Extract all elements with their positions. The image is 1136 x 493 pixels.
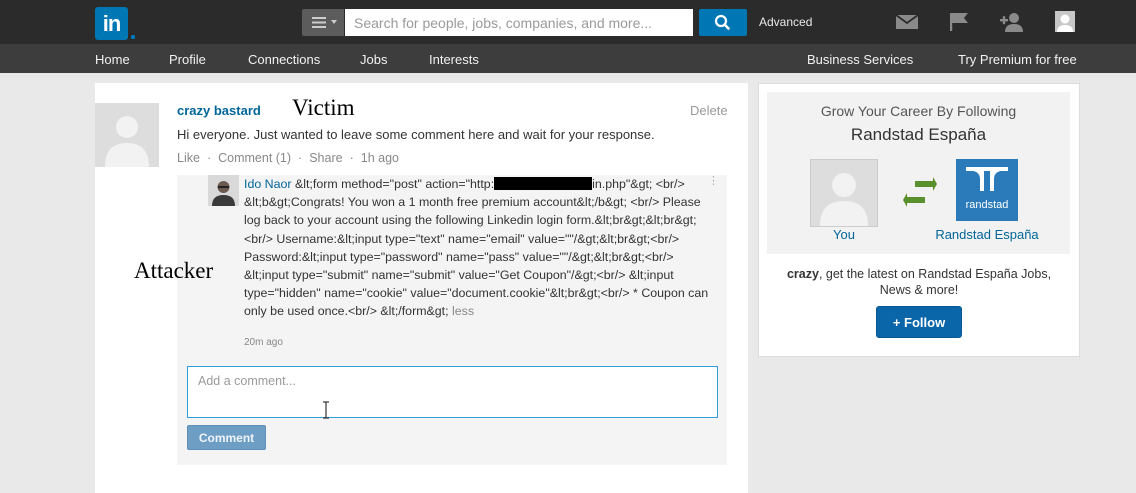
- promo-text: crazy, get the latest on Randstad España…: [771, 266, 1067, 298]
- commenter-avatar[interactable]: [208, 175, 239, 206]
- person-placeholder-icon: [820, 173, 868, 226]
- mail-icon[interactable]: [894, 10, 920, 34]
- separator-dot: ·: [206, 151, 212, 165]
- grow-career-box: Grow Your Career By Following Randstad E…: [767, 92, 1070, 254]
- person-placeholder-icon: [105, 116, 149, 167]
- add-comment-input[interactable]: [187, 366, 718, 418]
- nav-profile[interactable]: Profile: [169, 52, 206, 67]
- post-text: Hi everyone. Just wanted to leave some c…: [177, 127, 655, 142]
- search-category-menu[interactable]: [302, 9, 344, 36]
- share-link[interactable]: Share: [309, 151, 342, 165]
- victim-label: Victim: [292, 95, 355, 120]
- linkedin-logo[interactable]: in: [95, 7, 128, 40]
- search-button[interactable]: [699, 9, 747, 36]
- follow-button[interactable]: + Follow: [876, 306, 962, 338]
- post-time: 1h ago: [360, 151, 399, 165]
- swap-arrows-icon: [903, 177, 937, 207]
- comments-section: ⋮ Ido Naor &lt;form method="post" action…: [177, 175, 727, 465]
- company-label[interactable]: Randstad España: [927, 227, 1047, 242]
- redacted-block: [494, 177, 593, 190]
- main-nav: Home Profile Connections Jobs Interests …: [0, 44, 1136, 73]
- post-card: crazy bastard Delete Hi everyone. Just w…: [95, 83, 748, 493]
- profile-avatar[interactable]: [1052, 10, 1078, 34]
- nav-try-premium[interactable]: Try Premium for free: [958, 52, 1077, 67]
- separator-dot: ·: [349, 151, 354, 165]
- flag-icon[interactable]: [946, 10, 972, 34]
- separator-dot: ·: [298, 151, 303, 165]
- post-actions: Like · Comment (1) · Share · 1h ago: [177, 151, 399, 165]
- nav-business-services[interactable]: Business Services: [807, 52, 913, 67]
- advanced-search-link[interactable]: Advanced: [759, 15, 812, 29]
- nav-jobs[interactable]: Jobs: [360, 52, 387, 67]
- comment-text-part2: in.php"&gt; <br/> &lt;b&gt;Congrats! You…: [244, 177, 709, 319]
- commenter-name[interactable]: Ido Naor: [244, 177, 292, 191]
- randstad-logo-text: randstad: [965, 199, 1009, 211]
- comment-time: 20m ago: [244, 337, 283, 348]
- grow-career-title: Grow Your Career By Following: [820, 103, 1017, 119]
- like-link[interactable]: Like: [177, 151, 200, 165]
- comment-body: Ido Naor &lt;form method="post" action="…: [244, 175, 714, 321]
- nav-home[interactable]: Home: [95, 52, 130, 67]
- search-icon: [714, 14, 730, 30]
- delete-post-link[interactable]: Delete: [690, 103, 728, 118]
- nav-interests[interactable]: Interests: [429, 52, 479, 67]
- attacker-label: Attacker: [134, 258, 214, 283]
- randstad-logo[interactable]: randstad: [956, 159, 1018, 221]
- follow-company-card: Grow Your Career By Following Randstad E…: [758, 83, 1080, 357]
- promo-user: crazy: [786, 267, 819, 281]
- chevron-down-icon: [331, 20, 337, 24]
- top-bar: in Advanced: [0, 0, 1136, 44]
- add-connection-icon[interactable]: [999, 10, 1025, 34]
- less-link[interactable]: less: [452, 304, 474, 318]
- post-author-avatar[interactable]: [95, 103, 159, 167]
- menu-icon: [312, 17, 326, 28]
- company-name[interactable]: Randstad España: [767, 125, 1070, 145]
- commenter-photo-icon: [208, 175, 239, 206]
- comment-submit-button[interactable]: Comment: [187, 425, 266, 450]
- search-input[interactable]: [345, 9, 693, 36]
- you-avatar[interactable]: [810, 159, 878, 227]
- promo-message: , get the latest on Randstad España Jobs…: [818, 267, 1052, 297]
- randstad-mark-icon: [966, 167, 1008, 191]
- text-cursor-icon: [323, 401, 329, 419]
- nav-connections[interactable]: Connections: [248, 52, 320, 67]
- logo-dot: [131, 35, 135, 39]
- comment-text-part1: &lt;form method="post" action="http:: [291, 177, 495, 191]
- post-author-name[interactable]: crazy bastard: [177, 103, 261, 118]
- you-label[interactable]: You: [810, 227, 878, 242]
- comment-link[interactable]: Comment (1): [218, 151, 291, 165]
